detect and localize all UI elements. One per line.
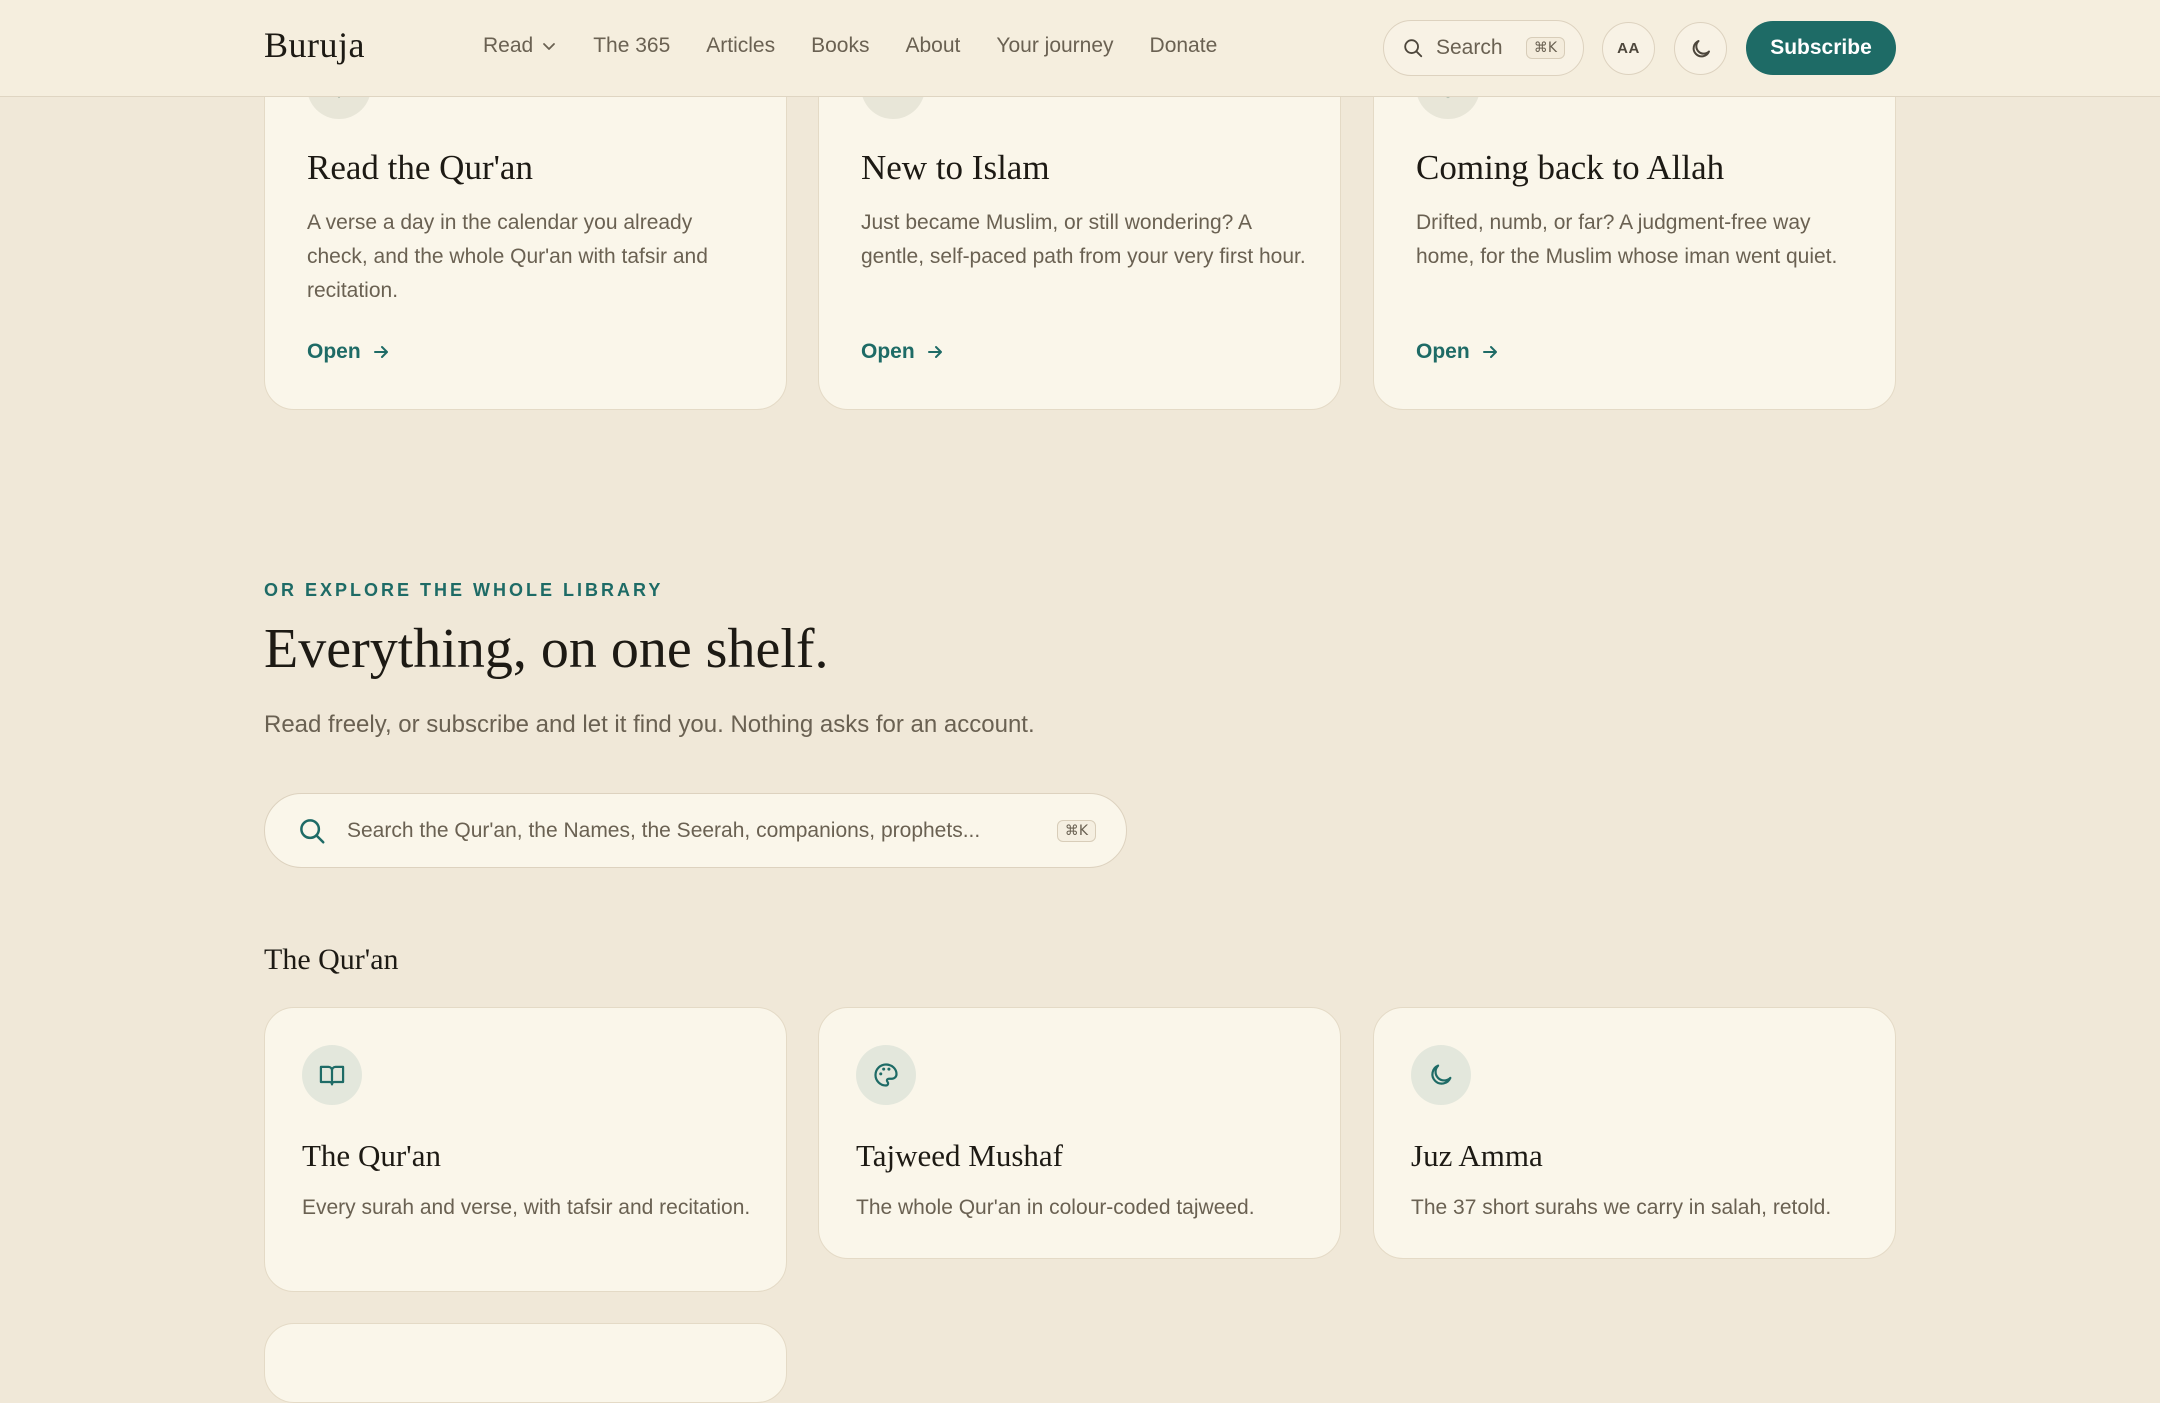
nav-read[interactable]: Read xyxy=(483,34,557,58)
library-card-desc: Every surah and verse, with tafsir and r… xyxy=(302,1196,751,1219)
library-card-desc: The whole Qur'an in colour-coded tajweed… xyxy=(856,1196,1255,1219)
category-heading: The Qur'an xyxy=(264,943,399,976)
shortcut-badge: ⌘K xyxy=(1056,819,1096,842)
arrow-right-icon xyxy=(373,346,388,358)
header-search-label: Search xyxy=(1436,36,1503,59)
moon-icon xyxy=(1692,39,1710,57)
site-logo[interactable]: Buruja xyxy=(264,24,365,66)
search-icon xyxy=(300,818,325,843)
moon-icon xyxy=(1411,1045,1471,1105)
library-card-title: The Qur'an xyxy=(302,1138,442,1173)
library-card-juz-amma[interactable]: Juz Amma The 37 short surahs we carry in… xyxy=(1373,1007,1896,1259)
site-header: Buruja Read The 365 Articles Books About… xyxy=(0,0,2160,97)
path-card-desc: Drifted, numb, or far? A judgment-free w… xyxy=(1416,211,1838,268)
palette-icon xyxy=(856,1045,916,1105)
open-link[interactable]: Open xyxy=(307,340,391,364)
open-link-label: Open xyxy=(861,340,915,363)
path-card-title: New to Islam xyxy=(861,148,1050,187)
open-link[interactable]: Open xyxy=(1416,340,1500,364)
library-card-desc: The 37 short surahs we carry in salah, r… xyxy=(1411,1196,1832,1219)
section-subtitle: Read freely, or subscribe and let it fin… xyxy=(264,711,1035,738)
path-card-title: Read the Qur'an xyxy=(307,148,533,187)
path-card-title: Coming back to Allah xyxy=(1416,148,1725,187)
path-card-desc: Just became Muslim, or still wondering? … xyxy=(861,211,1306,268)
nav-articles[interactable]: Articles xyxy=(706,34,775,58)
search-icon xyxy=(1404,39,1423,58)
open-link[interactable]: Open xyxy=(861,340,945,364)
library-card-title: Juz Amma xyxy=(1411,1138,1543,1173)
open-link-label: Open xyxy=(307,340,361,363)
library-card-next[interactable] xyxy=(264,1323,787,1403)
library-search-input[interactable] xyxy=(347,818,1037,843)
nav-read-label: Read xyxy=(483,34,534,57)
nav-books[interactable]: Books xyxy=(811,34,869,58)
shortcut-badge: ⌘K xyxy=(1525,37,1565,59)
open-link-label: Open xyxy=(1416,340,1470,363)
library-search-bar[interactable]: ⌘K xyxy=(264,793,1127,868)
section-title: Everything, on one shelf. xyxy=(264,618,829,680)
text-size-button[interactable]: AA xyxy=(1602,22,1655,75)
book-open-icon xyxy=(302,1045,362,1105)
arrow-right-icon xyxy=(927,346,942,358)
library-card-title: Tajweed Mushaf xyxy=(856,1138,1064,1173)
nav-donate[interactable]: Donate xyxy=(1150,34,1218,58)
chevron-down-icon xyxy=(543,43,556,50)
library-card-tajweed-mushaf[interactable]: Tajweed Mushaf The whole Qur'an in colou… xyxy=(818,1007,1341,1259)
nav-your-journey[interactable]: Your journey xyxy=(996,34,1113,58)
nav-the-365[interactable]: The 365 xyxy=(593,34,670,58)
subscribe-button[interactable]: Subscribe xyxy=(1746,21,1896,75)
nav-about[interactable]: About xyxy=(906,34,961,58)
header-search-button[interactable]: Search ⌘K xyxy=(1383,20,1584,76)
theme-toggle-button[interactable] xyxy=(1674,22,1727,75)
text-size-icon: AA xyxy=(1617,40,1640,57)
arrow-right-icon xyxy=(1482,346,1497,358)
section-eyebrow: OR EXPLORE THE WHOLE LIBRARY xyxy=(264,580,664,600)
path-card-desc: A verse a day in the calendar you alread… xyxy=(307,211,708,302)
library-card-the-quran[interactable]: The Qur'an Every surah and verse, with t… xyxy=(264,1007,787,1292)
main-nav: Read The 365 Articles Books About Your j… xyxy=(483,34,1217,58)
